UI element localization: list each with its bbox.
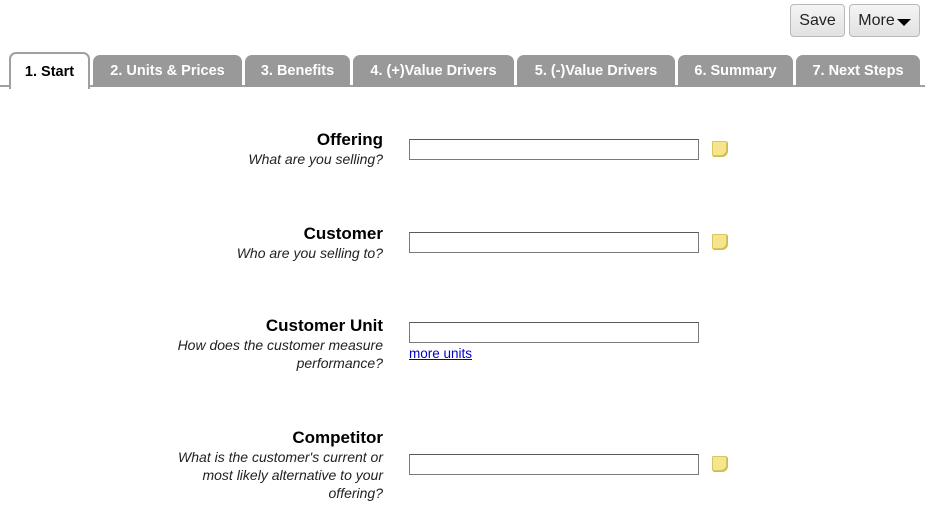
tab-next-steps[interactable]: 7. Next Steps	[796, 55, 920, 87]
competitor-hint-line1: What is the customer's current or	[178, 449, 383, 465]
top-actions: Save More	[790, 4, 920, 37]
more-button[interactable]: More	[849, 4, 920, 37]
sticky-note-icon[interactable]	[712, 234, 727, 249]
competitor-label-group: Competitor What is the customer's curren…	[123, 428, 383, 502]
tab-summary[interactable]: 6. Summary	[678, 55, 793, 87]
customer-unit-input[interactable]	[409, 322, 699, 343]
customer-label-group: Customer Who are you selling to?	[123, 224, 383, 262]
sticky-note-icon[interactable]	[712, 141, 727, 156]
caret-down-icon	[896, 18, 911, 26]
tab-negative-value-drivers[interactable]: 5. (-)Value Drivers	[517, 55, 675, 87]
offering-input[interactable]	[409, 139, 699, 160]
offering-hint: What are you selling?	[248, 151, 383, 167]
customer-hint: Who are you selling to?	[236, 245, 383, 261]
tab-units-prices[interactable]: 2. Units & Prices	[93, 55, 242, 87]
tab-start[interactable]: 1. Start	[9, 52, 90, 89]
competitor-input[interactable]	[409, 454, 699, 475]
competitor-hint-line3: offering?	[328, 485, 383, 501]
customer-input[interactable]	[409, 232, 699, 253]
customer-unit-hint-line2: performance?	[296, 355, 383, 371]
customer-unit-hint-line1: How does the customer measure	[177, 337, 383, 353]
save-button[interactable]: Save	[790, 4, 845, 37]
more-units-link[interactable]: more units	[409, 346, 472, 361]
customer-title: Customer	[303, 224, 383, 243]
tab-bar: 1. Start 2. Units & Prices 3. Benefits 4…	[0, 52, 925, 89]
tab-benefits[interactable]: 3. Benefits	[245, 55, 350, 87]
offering-label-group: Offering What are you selling?	[123, 130, 383, 168]
sticky-note-icon[interactable]	[712, 456, 727, 471]
customer-unit-title: Customer Unit	[265, 316, 383, 335]
competitor-hint-line2: most likely alternative to your	[202, 467, 383, 483]
competitor-title: Competitor	[292, 428, 383, 447]
customer-unit-label-group: Customer Unit How does the customer meas…	[123, 316, 383, 372]
offering-title: Offering	[316, 130, 383, 149]
tab-positive-value-drivers[interactable]: 4. (+)Value Drivers	[353, 55, 514, 87]
more-button-label: More	[858, 11, 895, 29]
